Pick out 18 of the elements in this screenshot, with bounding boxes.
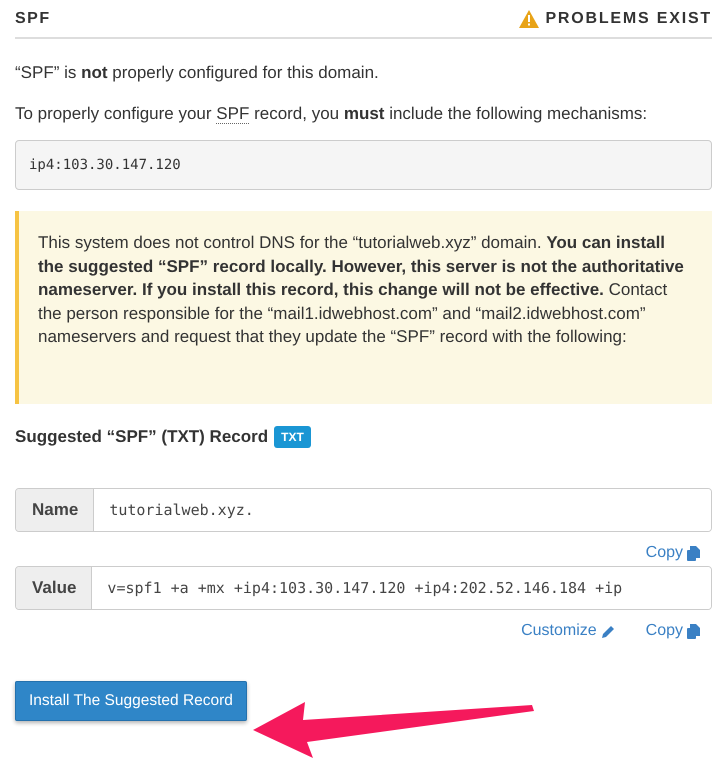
mechanisms-code: ip4:103.30.147.120 bbox=[15, 140, 712, 190]
action-link[interactable]: Copy bbox=[646, 540, 700, 566]
pencil-icon bbox=[600, 624, 616, 638]
action-link[interactable]: Copy bbox=[646, 618, 700, 644]
record-heading: Suggested “SPF” (TXT) Record bbox=[15, 427, 268, 447]
copy-icon bbox=[687, 624, 700, 638]
copy-icon bbox=[687, 546, 700, 560]
status-message: “SPF” is not properly configured for this domain. bbox=[15, 62, 380, 84]
status-label: PROBLEMS EXIST bbox=[545, 10, 712, 28]
record-type-badge: TXT bbox=[274, 426, 311, 448]
instruction-text: To properly configure your SPF record, you must include the following mechanisms: bbox=[15, 103, 648, 125]
warning-icon bbox=[519, 10, 540, 28]
record-field[interactable]: Value v=spf1 +a +mx +ip4:103.30.147.120 +ip4:202.52.146.184 +ip bbox=[15, 566, 712, 610]
section-title: SPF bbox=[15, 10, 51, 28]
action-link[interactable]: Customize bbox=[521, 618, 616, 644]
record-field[interactable]: Name tutorialweb.xyz. bbox=[15, 488, 712, 532]
install-button[interactable]: Install The Suggested Record bbox=[15, 681, 247, 721]
warning-notice: This system does not control DNS for the “tutorialweb.xyz” domain. You can install the suggested “SPF” record locally. However, this server is not the authoritative nameserver. If you install this record, this change will not be effective. Contact the person responsible for the “mail1.idwebhost.com” and “mail2.idwebhost.com” nameservers and request that they update the “SPF” record with the following: bbox=[15, 211, 712, 404]
